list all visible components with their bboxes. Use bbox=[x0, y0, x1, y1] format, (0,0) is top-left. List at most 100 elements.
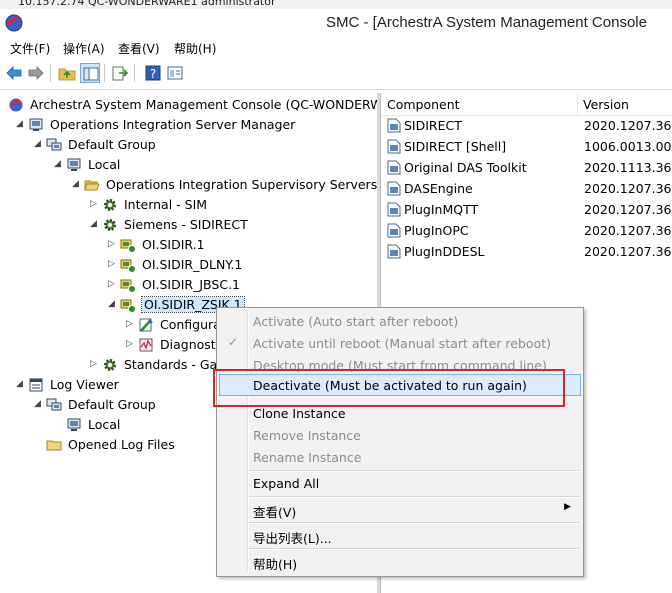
menu-view[interactable]: 查看(V) bbox=[118, 40, 160, 57]
toolbar-separator bbox=[50, 64, 51, 82]
component-name: DASEngine bbox=[404, 181, 473, 196]
component-name: SIDIRECT bbox=[404, 118, 462, 133]
list-item[interactable]: PlugInDDESL 2020.1207.3628 bbox=[381, 241, 672, 262]
expand-arrow-icon[interactable]: ▷ bbox=[108, 259, 118, 269]
tree-item-label: OI.SIDIR_JBSC.1 bbox=[142, 277, 240, 292]
server-manager-icon bbox=[28, 117, 44, 133]
back-arrow-icon[interactable] bbox=[4, 63, 24, 83]
menu-item-view[interactable]: 查看(V) ▶ bbox=[219, 498, 581, 520]
component-version: 1006.0013.0000 bbox=[584, 139, 672, 154]
tree-item-label: Internal - SIM bbox=[124, 197, 208, 212]
menu-item-help[interactable]: 帮助(H) bbox=[219, 550, 581, 572]
menu-item-remove-instance[interactable]: Remove Instance bbox=[219, 424, 581, 446]
computer-icon bbox=[66, 157, 82, 173]
component-name: PlugInMQTT bbox=[404, 202, 479, 217]
submenu-arrow-icon: ▶ bbox=[564, 502, 571, 512]
menu-item-label: Desktop mode (Must start from command li… bbox=[253, 358, 547, 373]
menu-item-label: Deactivate (Must be activated to run aga… bbox=[253, 378, 527, 393]
collapse-arrow-icon[interactable]: ◢ bbox=[16, 379, 26, 389]
tree-item-label: Local bbox=[88, 157, 121, 172]
component-file-icon bbox=[387, 139, 401, 154]
collapse-arrow-icon[interactable]: ◢ bbox=[90, 219, 100, 229]
tree-item-label: Opened Log Files bbox=[68, 437, 175, 452]
component-name: PlugInOPC bbox=[404, 223, 469, 238]
svg-text:?: ? bbox=[150, 67, 156, 81]
tree-item-label: Siemens - SIDIRECT bbox=[124, 217, 248, 232]
menu-file[interactable]: 文件(F) bbox=[10, 40, 50, 57]
expand-arrow-icon[interactable]: ▷ bbox=[126, 339, 136, 349]
tree-item-label: OI.SIDIR_DLNY.1 bbox=[142, 257, 243, 272]
collapse-arrow-icon[interactable]: ◢ bbox=[34, 139, 44, 149]
tree-item-label: Operations Integration Server Manager bbox=[50, 117, 296, 132]
collapse-arrow-icon[interactable]: ◢ bbox=[72, 179, 82, 189]
diagnostics-icon bbox=[138, 337, 154, 353]
component-version: 2020.1207.3628 bbox=[584, 118, 672, 133]
menu-item-rename-instance[interactable]: Rename Instance bbox=[219, 446, 581, 468]
component-file-icon bbox=[387, 202, 401, 217]
menu-item-label: Activate until reboot (Manual start afte… bbox=[253, 336, 551, 351]
collapse-arrow-icon[interactable]: ◢ bbox=[54, 159, 64, 169]
toolbar-separator bbox=[104, 64, 105, 82]
expand-arrow-icon[interactable]: ▷ bbox=[108, 239, 118, 249]
expand-arrow-icon[interactable]: ▷ bbox=[126, 319, 136, 329]
expand-arrow-icon[interactable]: ▷ bbox=[108, 279, 118, 289]
log-viewer-icon bbox=[28, 377, 44, 393]
menubar: 文件(F) 操作(A) 查看(V) 帮助(H) bbox=[0, 37, 672, 57]
forward-arrow-icon[interactable] bbox=[26, 63, 46, 83]
tree-item-label: Configura bbox=[160, 317, 221, 332]
menu-item-desktop-mode[interactable]: Desktop mode (Must start from command li… bbox=[219, 354, 581, 376]
tree-item-label: Local bbox=[88, 417, 121, 432]
collapse-arrow-icon[interactable]: ◢ bbox=[108, 299, 118, 309]
properties-icon[interactable] bbox=[165, 63, 185, 83]
menu-item-deactivate[interactable]: Deactivate (Must be activated to run aga… bbox=[219, 374, 581, 396]
component-version: 2020.1207.3628 bbox=[584, 202, 672, 217]
tree-item-label: OI.SIDIR.1 bbox=[142, 237, 205, 252]
computer-group-icon bbox=[46, 397, 62, 413]
help-icon[interactable]: ? bbox=[143, 63, 163, 83]
tree-item-label: Operations Integration Supervisory Serve… bbox=[106, 177, 378, 192]
collapse-arrow-icon[interactable]: ◢ bbox=[34, 399, 44, 409]
expand-arrow-icon[interactable]: ▷ bbox=[90, 199, 100, 209]
menu-item-expand-all[interactable]: Expand All bbox=[219, 472, 581, 494]
column-header-component[interactable]: Component bbox=[387, 97, 460, 112]
list-item[interactable]: SIDIRECT 2020.1207.3628 bbox=[381, 115, 672, 136]
remote-session-bar: 10.157.2.74 QC-WONDERWARE1 administrator bbox=[0, 0, 672, 9]
menu-item-label: Activate (Auto start after reboot) bbox=[253, 314, 459, 329]
menu-item-label: 导出列表(L)... bbox=[253, 531, 332, 546]
window-title: SMC - [ArchestrA System Management Conso… bbox=[326, 14, 647, 31]
oi-server-icon bbox=[120, 277, 136, 293]
export-icon[interactable] bbox=[110, 63, 130, 83]
list-item[interactable]: SIDIRECT [Shell] 1006.0013.0000 bbox=[381, 136, 672, 157]
component-version: 2020.1207.3628 bbox=[584, 244, 672, 259]
menu-help[interactable]: 帮助(H) bbox=[174, 40, 216, 57]
component-file-icon bbox=[387, 223, 401, 238]
list-item[interactable]: Original DAS Toolkit 2020.1113.3604 bbox=[381, 157, 672, 178]
tree-item-label: Log Viewer bbox=[50, 377, 119, 392]
smc-app-icon[interactable] bbox=[4, 13, 24, 33]
list-header: Component Version bbox=[381, 93, 672, 116]
menu-action[interactable]: 操作(A) bbox=[63, 40, 105, 57]
menu-item-activate-until-reboot[interactable]: ✓ Activate until reboot (Manual start af… bbox=[219, 332, 581, 354]
menu-item-label: 查看(V) bbox=[253, 505, 297, 520]
oi-server-icon bbox=[120, 257, 136, 273]
collapse-arrow-icon[interactable]: ◢ bbox=[16, 119, 26, 129]
oi-server-icon bbox=[120, 297, 136, 313]
menu-item-label: Clone Instance bbox=[253, 406, 346, 421]
list-item[interactable]: PlugInOPC 2020.1207.3628 bbox=[381, 220, 672, 241]
expand-arrow-icon[interactable]: ▷ bbox=[90, 359, 100, 369]
list-item[interactable]: PlugInMQTT 2020.1207.3628 bbox=[381, 199, 672, 220]
oi-server-icon bbox=[120, 237, 136, 253]
column-divider[interactable] bbox=[577, 93, 578, 115]
column-header-version[interactable]: Version bbox=[583, 97, 629, 112]
menu-item-activate-auto[interactable]: Activate (Auto start after reboot) bbox=[219, 310, 581, 332]
menu-item-label: 帮助(H) bbox=[253, 557, 298, 572]
show-tree-icon[interactable] bbox=[80, 63, 100, 83]
component-version: 2020.1207.3628 bbox=[584, 223, 672, 238]
tree-item-label: ArchestrA System Management Console (QC-… bbox=[30, 97, 380, 112]
list-item[interactable]: DASEngine 2020.1207.3628 bbox=[381, 178, 672, 199]
remote-session-title: 10.157.2.74 QC-WONDERWARE1 administrator bbox=[18, 0, 276, 8]
menu-item-clone-instance[interactable]: Clone Instance bbox=[219, 402, 581, 424]
up-folder-icon[interactable] bbox=[57, 63, 77, 83]
menu-item-export-list[interactable]: 导出列表(L)... bbox=[219, 524, 581, 546]
gear-icon bbox=[102, 357, 118, 373]
